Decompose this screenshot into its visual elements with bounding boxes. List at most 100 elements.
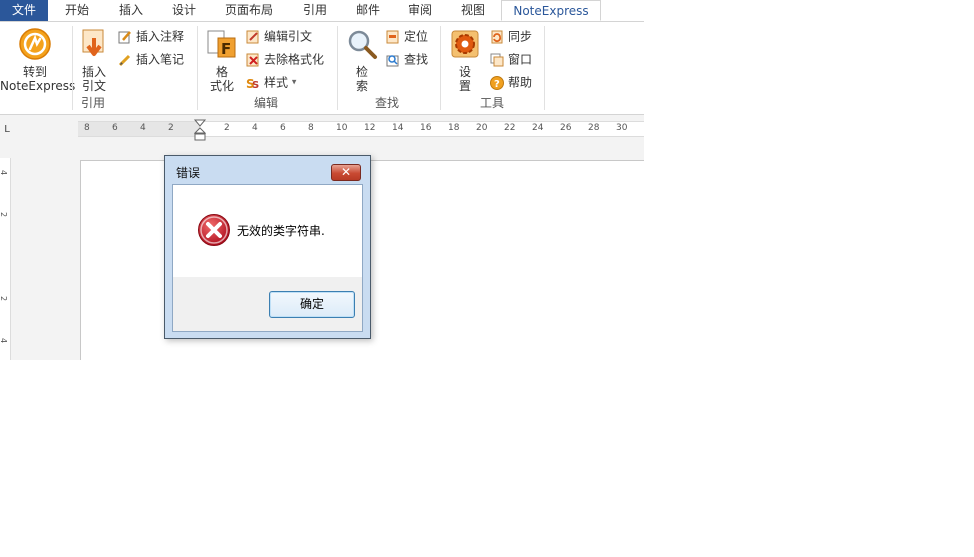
sync-label: 同步 (508, 29, 533, 44)
ruler-number: 4 (140, 123, 146, 133)
error-icon (198, 214, 230, 246)
ribbon-tab-bar: 文件 开始 插入 设计 页面布局 引用 邮件 审阅 视图 NoteExpress (0, 0, 644, 21)
vertical-ruler-number: 4 (0, 170, 8, 175)
group-label-find: 查找 (375, 96, 400, 110)
vertical-ruler[interactable]: 4 2 2 4 (0, 158, 11, 360)
svg-text:?: ? (494, 79, 500, 90)
search-line2: 索 (355, 79, 368, 93)
locate-icon (386, 30, 399, 43)
ruler-margin-shade (78, 122, 200, 136)
style-dropdown[interactable]: S S 样式 ▾ (246, 72, 296, 92)
group-label-edit: 编辑 (254, 96, 279, 110)
horizontal-ruler[interactable]: 8642246810121416182022242628303 (78, 119, 644, 141)
ruler-number: 24 (532, 123, 544, 133)
group-label-cite: 引用 (81, 96, 106, 110)
insert-memo-label: 插入笔记 (136, 52, 185, 67)
tab-design[interactable]: 设计 (164, 0, 204, 21)
format-line1: 格 (215, 65, 228, 79)
group-label-tools: 工具 (480, 96, 505, 110)
goto-noteexpress-button[interactable]: 转到 NoteExpress (0, 28, 75, 93)
window-button[interactable]: 窗口 (490, 49, 532, 69)
ruler-number: 12 (364, 123, 376, 133)
dialog-message-area: 无效的类字符串. (173, 185, 362, 277)
locate-button[interactable]: 定位 (386, 26, 428, 46)
remove-format-button[interactable]: 去除格式化 (246, 49, 324, 69)
ruler-number: 18 (448, 123, 460, 133)
vertical-ruler-number: 4 (0, 338, 8, 343)
format-line2: 式化 (209, 79, 234, 93)
search-line1: 检 (355, 65, 368, 79)
find-icon (386, 54, 399, 66)
sync-icon (491, 30, 503, 43)
ruler-number: 20 (476, 123, 488, 133)
insert-note-button[interactable]: 插入注释 (118, 26, 184, 46)
ruler-number: 22 (504, 123, 516, 133)
dialog-body: 无效的类字符串. 确定 (172, 184, 363, 332)
ruler-number: 8 (308, 123, 314, 133)
ruler-number: 16 (420, 123, 432, 133)
help-button[interactable]: ? 帮助 (490, 72, 532, 92)
ruler-number: 8 (84, 123, 90, 133)
ribbon-separator (544, 26, 545, 110)
vertical-ruler-number: 2 (0, 296, 8, 301)
edit-citation-label: 编辑引文 (264, 29, 313, 44)
style-label: 样式 (264, 75, 289, 90)
help-icon: ? (490, 75, 504, 90)
tab-stop-selector[interactable]: L (0, 123, 14, 137)
ruler-number: 2 (168, 123, 174, 133)
ruler-number: 10 (336, 123, 348, 133)
tab-layout[interactable]: 页面布局 (220, 0, 278, 21)
tab-file[interactable]: 文件 (0, 0, 48, 21)
ruler-number: 30 (616, 123, 628, 133)
insert-citation-line1: 插入 (81, 65, 106, 79)
ruler-number: 26 (560, 123, 572, 133)
indent-marker-icon[interactable] (194, 119, 206, 143)
pencil-icon (118, 54, 131, 66)
ok-button[interactable]: 确定 (269, 291, 355, 318)
gear-icon (451, 30, 479, 58)
dialog-title: 错误 (176, 166, 201, 180)
tab-view[interactable]: 视图 (453, 0, 493, 21)
insert-citation-icon (82, 29, 104, 56)
noteexpress-logo-icon (19, 28, 51, 60)
format-button[interactable]: F 格 式化 (203, 28, 241, 93)
find-button[interactable]: 查找 (386, 49, 428, 69)
dialog-footer: 确定 (173, 277, 362, 331)
insert-citation-button[interactable]: 插入 引文 (76, 28, 112, 93)
ribbon-separator (197, 26, 198, 110)
remove-format-label: 去除格式化 (264, 52, 325, 67)
note-pen-icon (118, 30, 131, 43)
window-icon (490, 53, 504, 66)
settings-button[interactable]: 设 置 (446, 28, 484, 93)
chevron-down-icon: ▾ (291, 77, 297, 88)
error-dialog: 错误 ✕ 无效的类字符串. 确定 (164, 155, 371, 339)
window-label: 窗口 (508, 52, 533, 67)
edit-citation-button[interactable]: 编辑引文 (246, 26, 312, 46)
edit-citation-icon (246, 30, 259, 43)
tab-noteexpress[interactable]: NoteExpress (501, 0, 601, 21)
tab-references[interactable]: 引用 (295, 0, 335, 21)
sync-button[interactable]: 同步 (490, 26, 532, 46)
help-label: 帮助 (508, 75, 533, 90)
format-document-icon: F (207, 30, 236, 58)
settings-line1: 设 (458, 65, 471, 79)
goto-label-line1: 转到 (22, 65, 47, 79)
ribbon-separator (440, 26, 441, 110)
dialog-close-button[interactable]: ✕ (331, 164, 361, 181)
remove-format-icon (246, 53, 259, 66)
search-button[interactable]: 检 索 (343, 28, 381, 93)
magnifier-icon (348, 30, 377, 59)
svg-text:S: S (252, 80, 259, 90)
svg-text:F: F (221, 40, 231, 58)
tab-home[interactable]: 开始 (57, 0, 97, 21)
ribbon-panel: 转到 NoteExpress 插入 引文 插入注释 插入笔记 引用 F 格 式化… (0, 21, 644, 115)
insert-memo-button[interactable]: 插入笔记 (118, 49, 184, 69)
ruler-number: 6 (280, 123, 286, 133)
tab-insert[interactable]: 插入 (111, 0, 151, 21)
tab-review[interactable]: 审阅 (400, 0, 440, 21)
word-window: 文件 开始 插入 设计 页面布局 引用 邮件 审阅 视图 NoteExpress… (0, 0, 644, 360)
ruler-number: 14 (392, 123, 404, 133)
tab-mailings[interactable]: 邮件 (348, 0, 388, 21)
ribbon-separator (72, 26, 73, 110)
dialog-message: 无效的类字符串. (237, 224, 325, 238)
